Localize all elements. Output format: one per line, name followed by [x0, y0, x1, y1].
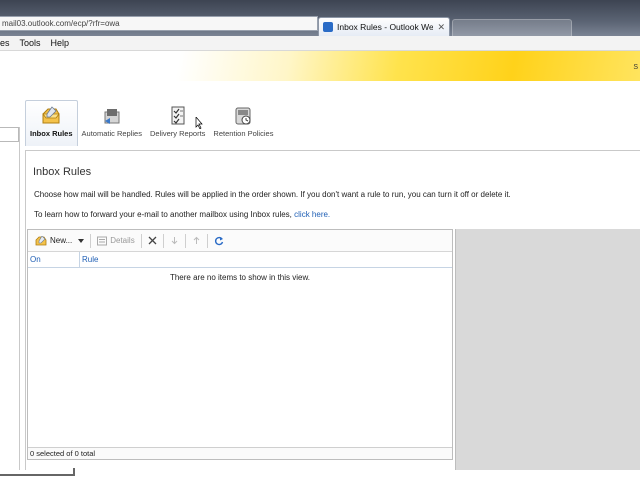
details-label: Details	[110, 236, 135, 245]
inbox-rules-icon	[40, 106, 62, 126]
address-bar[interactable]: mail03.outlook.com/ecp/?rfr=owa	[0, 16, 318, 31]
category-label: Delivery Reports	[149, 129, 206, 138]
delete-button[interactable]	[145, 233, 160, 249]
toolbar-divider	[162, 233, 164, 248]
column-on[interactable]: On	[28, 252, 80, 267]
category-automatic-replies[interactable]: Automatic Replies	[78, 100, 146, 146]
delete-x-icon	[148, 236, 157, 245]
retention-policies-icon	[232, 106, 254, 126]
arrow-up-icon	[193, 236, 200, 244]
options-category-bar: Inbox Rules Automatic Replies Delivery R…	[25, 100, 277, 146]
toolbar-divider	[184, 233, 186, 248]
refresh-icon	[214, 236, 223, 245]
column-rule[interactable]: Rule	[80, 252, 100, 267]
arrow-down-icon	[171, 237, 178, 245]
header-edge-text: S	[633, 64, 638, 71]
close-tab-icon[interactable]: ✕	[437, 22, 445, 33]
browser-chrome: mail03.outlook.com/ecp/?rfr=owa Inbox Ru…	[0, 0, 640, 36]
mouse-cursor-icon	[195, 117, 203, 129]
panel-description: Choose how mail will be handled. Rules w…	[34, 190, 511, 199]
details-icon	[97, 236, 108, 245]
forward-help-text: To learn how to forward your e-mail to a…	[34, 210, 292, 219]
left-pane-bottom-edge	[0, 468, 75, 476]
menu-bar: es Tools Help	[0, 36, 640, 51]
new-rule-icon	[35, 235, 47, 245]
move-up-button[interactable]	[189, 233, 204, 249]
toolbar-divider	[90, 233, 92, 248]
left-nav-selected-item[interactable]	[0, 127, 19, 142]
category-retention-policies[interactable]: Retention Policies	[209, 100, 277, 146]
automatic-replies-icon	[101, 106, 123, 126]
page-title: Inbox Rules	[33, 166, 92, 178]
header-banner: S	[0, 51, 640, 81]
toolbar-divider	[140, 233, 142, 248]
delivery-reports-icon	[167, 106, 189, 126]
browser-window: mail03.outlook.com/ecp/?rfr=owa Inbox Ru…	[0, 0, 640, 480]
tab-background[interactable]	[452, 19, 572, 36]
outlook-favicon-icon	[323, 22, 333, 32]
tab-title: Inbox Rules - Outlook Web ...	[337, 22, 434, 32]
menu-item-tools[interactable]: Tools	[20, 38, 41, 48]
category-inbox-rules[interactable]: Inbox Rules	[25, 100, 78, 146]
rules-list: New... Details On Rule There are no item…	[27, 229, 453, 460]
category-label: Retention Policies	[213, 129, 274, 138]
chevron-down-icon	[78, 238, 85, 243]
toolbar-divider	[206, 233, 208, 248]
menu-item-favorites[interactable]: es	[0, 38, 10, 48]
category-label: Inbox Rules	[30, 129, 73, 138]
details-button[interactable]: Details	[94, 233, 137, 249]
new-rule-label: New...	[50, 236, 73, 245]
selection-status: 0 selected of 0 total	[28, 447, 452, 459]
new-dropdown-button[interactable]	[75, 233, 87, 249]
category-label: Automatic Replies	[81, 129, 142, 138]
refresh-button[interactable]	[211, 233, 227, 249]
new-rule-button[interactable]: New...	[32, 233, 75, 249]
details-pane	[455, 229, 640, 470]
empty-list-message: There are no items to show in this view.	[169, 273, 311, 282]
list-column-header: On Rule	[28, 252, 452, 268]
header-spacer	[0, 81, 640, 87]
tab-inbox-rules[interactable]: Inbox Rules - Outlook Web ... ✕	[318, 17, 450, 36]
left-nav-pane	[0, 127, 20, 470]
forward-help-line: To learn how to forward your e-mail to a…	[34, 210, 330, 219]
menu-item-help[interactable]: Help	[51, 38, 70, 48]
move-down-button[interactable]	[167, 233, 182, 249]
list-toolbar: New... Details	[28, 230, 452, 252]
click-here-link[interactable]: click here.	[294, 210, 330, 219]
